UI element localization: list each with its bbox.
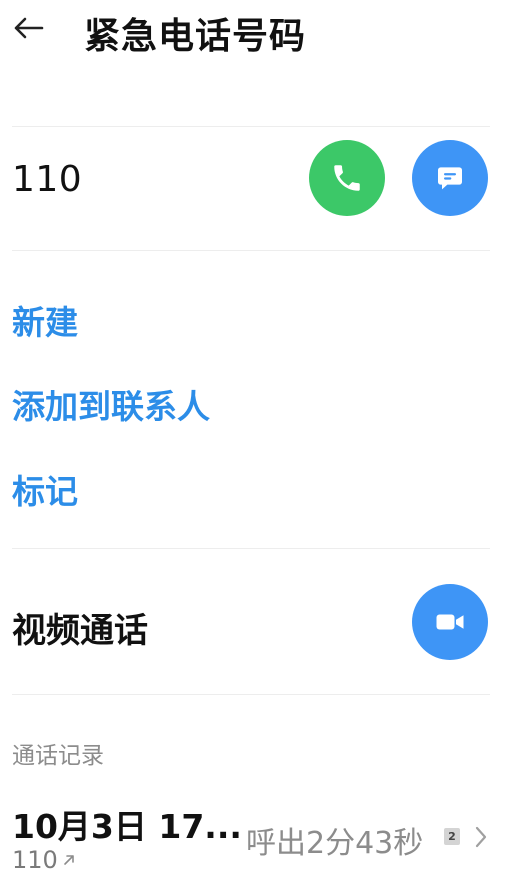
- call-log-status: 呼出2分43秒: [246, 826, 424, 861]
- video-call-button[interactable]: [412, 584, 488, 660]
- call-log-number-wrap: 110: [12, 846, 76, 874]
- message-icon: [438, 167, 462, 190]
- phone-number: 110: [12, 159, 83, 200]
- chevron-right-icon: [472, 824, 490, 850]
- arrow-left-icon: [14, 17, 44, 39]
- message-button[interactable]: [412, 140, 488, 216]
- sim-badge: 2: [444, 828, 460, 845]
- call-log-date: 10月3日 17...: [12, 807, 242, 846]
- mark-number-link[interactable]: 标记: [12, 465, 78, 513]
- video-camera-icon: [436, 614, 464, 630]
- phone-icon: [334, 165, 360, 191]
- number-row: 110: [0, 126, 510, 250]
- video-call-row: 视频通话: [0, 548, 510, 694]
- call-log-section-title: 通话记录: [12, 743, 104, 769]
- call-log-number: 110: [12, 846, 58, 874]
- video-call-label: 视频通话: [12, 611, 148, 651]
- page-title: 紧急电话号码: [84, 16, 307, 57]
- add-to-contacts-link[interactable]: 添加到联系人: [12, 380, 210, 428]
- divider: [12, 694, 490, 695]
- divider: [12, 250, 490, 251]
- call-button[interactable]: [309, 140, 385, 216]
- call-log-entry[interactable]: 10月3日 17... 110 呼出2分43秒 2: [0, 790, 510, 882]
- app-header: 紧急电话号码: [0, 0, 510, 70]
- back-button[interactable]: [8, 8, 48, 48]
- outgoing-arrow-icon: [64, 855, 74, 865]
- new-contact-link[interactable]: 新建: [12, 296, 78, 344]
